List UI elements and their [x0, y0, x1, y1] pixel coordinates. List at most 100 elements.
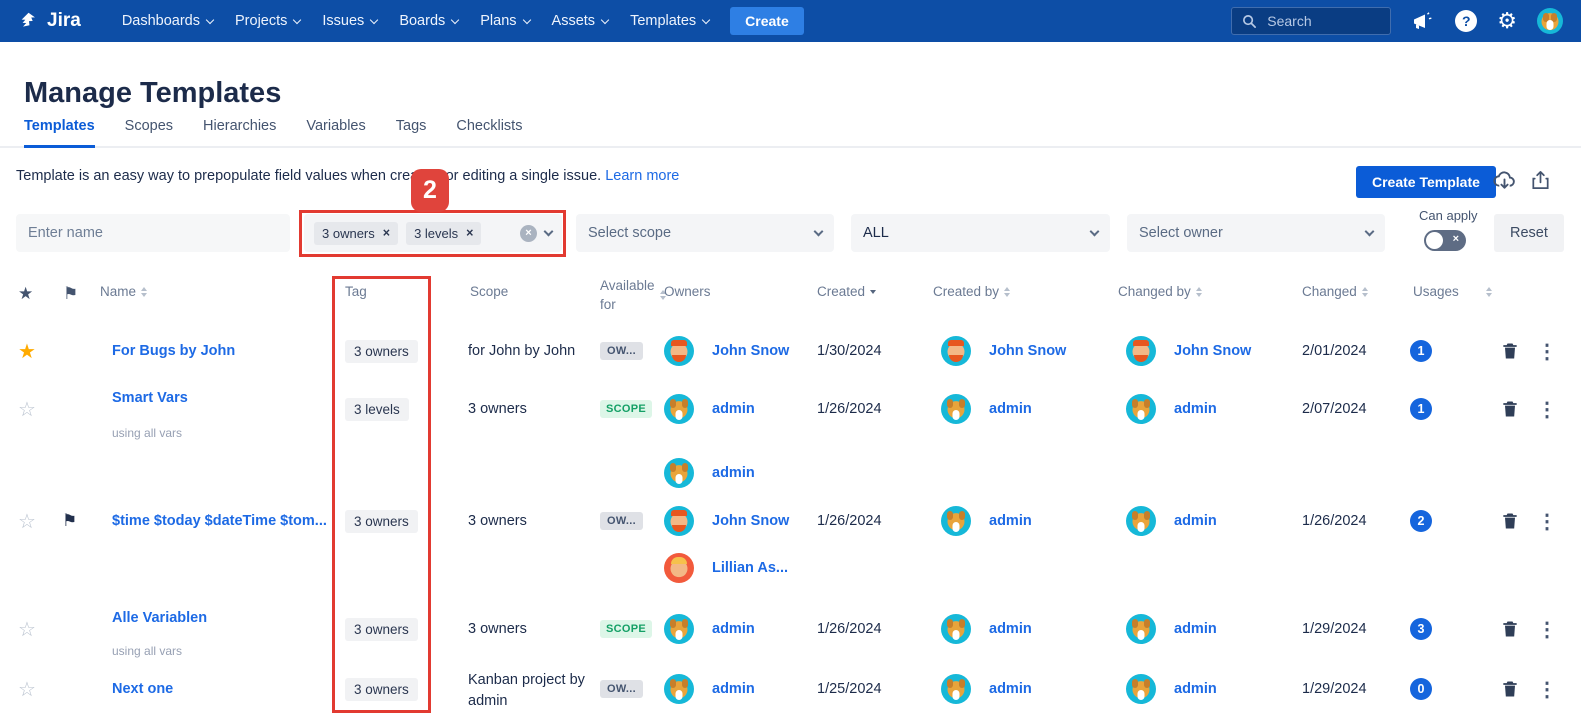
template-name-link[interactable]: For Bugs by John — [112, 343, 235, 359]
row-menu-button[interactable]: ⋮ — [1537, 614, 1557, 644]
owner-entry: admin — [664, 458, 755, 488]
template-name-link[interactable]: Alle Variablen — [112, 610, 207, 626]
favorite-toggle[interactable]: ★ — [18, 336, 36, 366]
nav-item-projects[interactable]: Projects — [235, 13, 300, 29]
created-cell: 1/26/2024 — [817, 394, 882, 424]
nav-item-boards[interactable]: Boards — [399, 13, 458, 29]
owner-link[interactable]: John Snow — [712, 343, 789, 359]
header-usages[interactable]: Usages — [1413, 284, 1492, 299]
row-menu-button[interactable]: ⋮ — [1537, 336, 1557, 366]
remove-tag-icon[interactable]: × — [466, 226, 473, 240]
owner-link[interactable]: admin — [712, 621, 755, 637]
search-input[interactable] — [1265, 12, 1375, 30]
header-owners[interactable]: Owners — [664, 284, 711, 299]
user-link[interactable]: admin — [989, 621, 1032, 637]
owner-link[interactable]: John Snow — [712, 513, 789, 529]
header-name[interactable]: Name — [100, 284, 147, 299]
header-created-by[interactable]: Created by — [933, 284, 1010, 299]
settings-button[interactable]: ⚙ — [1497, 10, 1517, 32]
usage-count-badge: 1 — [1410, 340, 1432, 362]
delete-button[interactable] — [1500, 394, 1520, 424]
header-changed-by[interactable]: Changed by — [1118, 284, 1202, 299]
owner-link[interactable]: Lillian As... — [712, 560, 788, 576]
owner-entry: admin — [664, 614, 755, 644]
user-link[interactable]: admin — [989, 401, 1032, 417]
filter-owner-select[interactable]: Select owner — [1127, 214, 1385, 252]
owner-link[interactable]: admin — [712, 681, 755, 697]
owner-link[interactable]: admin — [712, 465, 755, 481]
tab-hierarchies[interactable]: Hierarchies — [203, 118, 276, 146]
user-link[interactable]: admin — [989, 681, 1032, 697]
create-template-button[interactable]: Create Template — [1356, 166, 1496, 198]
header-changed[interactable]: Changed — [1302, 284, 1368, 299]
user-avatar[interactable] — [1537, 8, 1563, 34]
nav-create-button[interactable]: Create — [730, 7, 804, 35]
row-menu-button[interactable]: ⋮ — [1537, 394, 1557, 424]
row-menu-button[interactable]: ⋮ — [1537, 506, 1557, 536]
export-button[interactable] — [1529, 169, 1552, 197]
filter-scope-select[interactable]: Select scope — [576, 214, 834, 252]
favorite-toggle[interactable]: ☆ — [18, 614, 36, 644]
header-favorite[interactable]: ★ — [18, 284, 33, 304]
remove-tag-icon[interactable]: × — [383, 226, 390, 240]
user-link[interactable]: admin — [1174, 401, 1217, 417]
nav-item-issues[interactable]: Issues — [322, 13, 377, 29]
download-button[interactable] — [1492, 169, 1517, 199]
user-link[interactable]: John Snow — [989, 343, 1066, 359]
user-link[interactable]: admin — [1174, 621, 1217, 637]
tab-templates[interactable]: Templates — [24, 118, 95, 148]
jira-logo[interactable]: Jira — [18, 10, 81, 32]
global-search[interactable] — [1231, 7, 1391, 35]
learn-more-link[interactable]: Learn more — [605, 168, 679, 184]
chevron-down-icon[interactable] — [544, 226, 554, 236]
tab-tags[interactable]: Tags — [396, 118, 427, 146]
user-link[interactable]: admin — [1174, 681, 1217, 697]
nav-item-dashboards[interactable]: Dashboards — [122, 13, 213, 29]
delete-button[interactable] — [1500, 336, 1520, 366]
flag-toggle[interactable]: ⚑ — [62, 506, 77, 536]
reset-button[interactable]: Reset — [1494, 214, 1564, 252]
owner-link[interactable]: admin — [712, 401, 755, 417]
header-tag[interactable]: Tag — [345, 284, 367, 299]
avatar — [664, 458, 694, 488]
tab-checklists[interactable]: Checklists — [456, 118, 522, 146]
tag-chip: 3 owners — [345, 618, 418, 641]
table-row: ☆ ⚑ $time $today $dateTime $tom... 3 own… — [0, 492, 1581, 600]
favorite-toggle[interactable]: ☆ — [18, 394, 36, 424]
filter-type-select[interactable]: ALL — [851, 214, 1110, 252]
clear-all-icon[interactable]: × — [520, 225, 537, 242]
available-for-cell: SCOPE — [600, 614, 652, 644]
filter-tags-select[interactable]: 3 owners × 3 levels × × — [304, 214, 562, 252]
filter-name-input[interactable] — [16, 214, 290, 252]
trash-icon — [1500, 399, 1520, 419]
user-link[interactable]: admin — [1174, 513, 1217, 529]
template-name-link[interactable]: Next one — [112, 681, 173, 697]
delete-button[interactable] — [1500, 614, 1520, 644]
tab-variables[interactable]: Variables — [306, 118, 365, 146]
favorite-toggle[interactable]: ☆ — [18, 674, 36, 704]
tab-scopes[interactable]: Scopes — [125, 118, 173, 146]
can-apply-toggle[interactable]: × — [1424, 230, 1466, 251]
user-link[interactable]: admin — [989, 513, 1032, 529]
user-entry: admin — [941, 674, 1032, 704]
template-name-link[interactable]: Smart Vars — [112, 390, 188, 406]
delete-button[interactable] — [1500, 506, 1520, 536]
nav-item-assets[interactable]: Assets — [552, 13, 609, 29]
favorite-toggle[interactable]: ☆ — [18, 506, 36, 536]
announcements-button[interactable] — [1411, 9, 1435, 33]
sort-icon — [1486, 287, 1492, 297]
template-name-link[interactable]: $time $today $dateTime $tom... — [112, 513, 327, 529]
usages-cell: 0 — [1410, 674, 1432, 704]
row-menu-button[interactable]: ⋮ — [1537, 674, 1557, 704]
delete-button[interactable] — [1500, 674, 1520, 704]
nav-item-plans[interactable]: Plans — [480, 13, 529, 29]
nav-item-templates[interactable]: Templates — [630, 13, 709, 29]
header-available-for[interactable]: Available for — [600, 276, 662, 314]
header-scope[interactable]: Scope — [470, 284, 508, 299]
header-flag[interactable]: ⚑ — [63, 284, 78, 304]
user-link[interactable]: John Snow — [1174, 343, 1251, 359]
user-entry: admin — [1126, 506, 1217, 536]
header-created[interactable]: Created — [817, 284, 876, 299]
help-button[interactable]: ? — [1455, 10, 1477, 32]
chevron-down-icon — [814, 226, 824, 236]
